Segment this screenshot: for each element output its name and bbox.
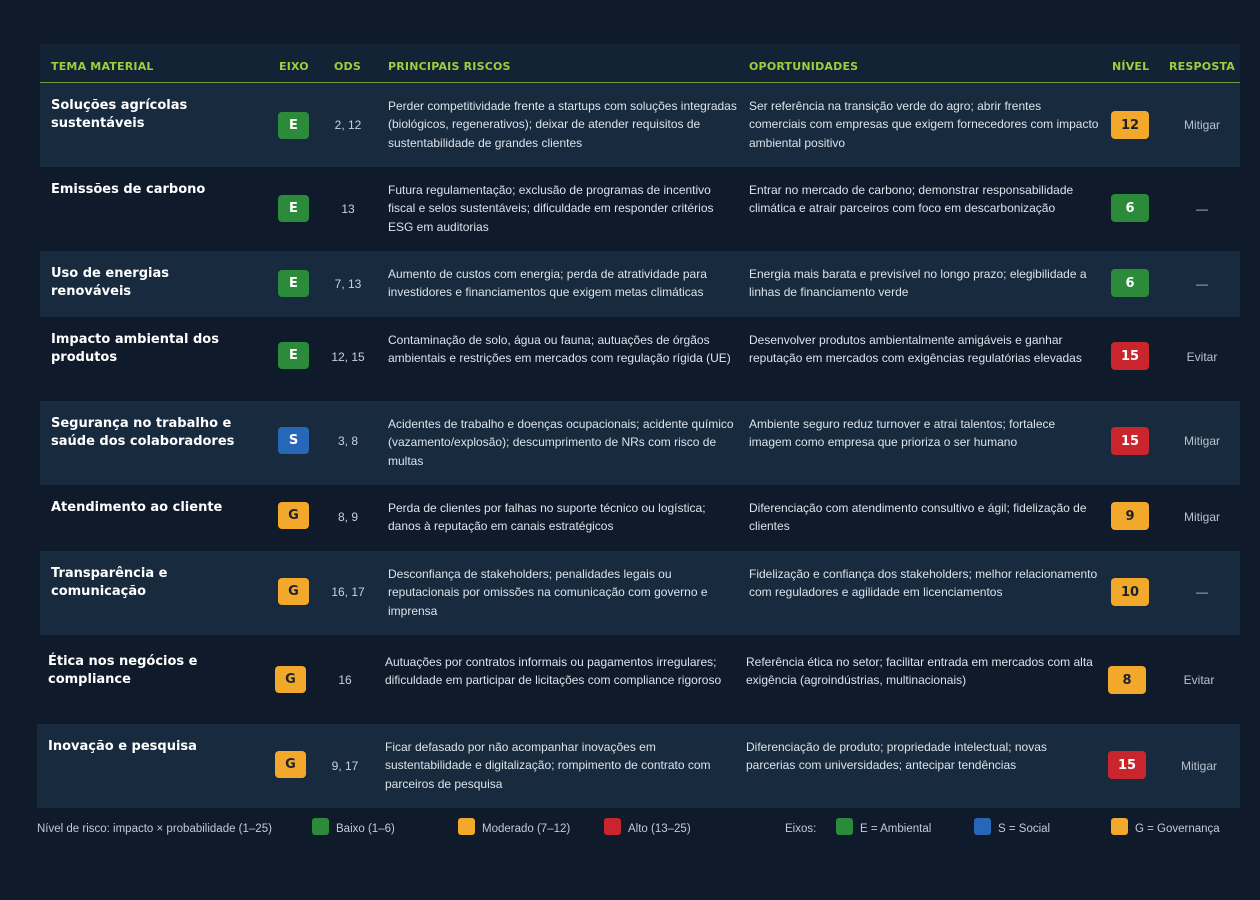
table-row: Atendimento ao cliente G 8, 9 Perda de c…	[40, 485, 1240, 551]
table-row: Uso de energias renováveis E 7, 13 Aumen…	[40, 251, 1240, 317]
legend-social-label: S = Social	[998, 823, 1051, 835]
header-ods: ODS	[334, 60, 362, 73]
table-row: Impacto ambiental dos produtos E 12, 15 …	[40, 317, 1240, 401]
ods-value: 8, 9	[337, 510, 358, 524]
resposta-value: —	[1196, 585, 1208, 599]
resposta-value: —	[1196, 277, 1208, 291]
table-row: Soluções agrícolas sustentáveis E 2, 12 …	[40, 83, 1240, 167]
tema-material: Impacto ambiental dos produtos	[51, 332, 219, 365]
ods-value: 16	[338, 673, 352, 687]
ods-value: 13	[341, 202, 355, 216]
resposta-value: Mitigar	[1183, 510, 1220, 524]
tema-material: Inovação e pesquisa	[48, 739, 197, 754]
legend: Nível de risco: impacto × probabilidade …	[37, 818, 1237, 842]
tema-material: Atendimento ao cliente	[51, 500, 223, 515]
legend-alto-label: Alto (13–25)	[628, 823, 691, 835]
riscos-text: Ficar defasado por não acompanhar inovaç…	[385, 740, 711, 791]
ods-value: 2, 12	[334, 118, 362, 132]
nivel-badge: 12	[1111, 111, 1149, 139]
eixo-badge: G	[278, 502, 309, 529]
tema-material: Ética nos negócios e compliance	[48, 654, 198, 687]
legend-moderado-swatch	[458, 818, 475, 835]
nivel-badge: 9	[1111, 502, 1149, 530]
tema-material: Emissões de carbono	[51, 182, 206, 197]
header-tema: TEMA MATERIAL	[51, 60, 154, 73]
eixo-badge: E	[278, 195, 309, 222]
ods-value: 3, 8	[337, 434, 358, 448]
oportunidades-text: Energia mais barata e previsível no long…	[749, 267, 1087, 300]
eixo-badge: G	[278, 578, 309, 605]
nivel-badge: 6	[1111, 269, 1149, 297]
legend-nivel-title: Nível de risco: impacto × probabilidade …	[37, 823, 272, 835]
resposta-value: Evitar	[1183, 673, 1215, 687]
eixo-badge: E	[278, 342, 309, 369]
header-resposta: RESPOSTA	[1169, 60, 1236, 73]
eixo-badge: G	[275, 751, 306, 778]
tema-material: Segurança no trabalho e saúde dos colabo…	[51, 416, 235, 449]
resposta-value: Mitigar	[1183, 118, 1220, 132]
materiality-table: TEMA MATERIAL EIXO ODS PRINCIPAIS RISCOS…	[37, 44, 1240, 808]
eixo-badge: E	[278, 112, 309, 139]
eixo-badge: G	[275, 666, 306, 693]
ods-value: 9, 17	[331, 759, 359, 773]
oportunidades-text: Entrar no mercado de carbono; demonstrar…	[749, 183, 1074, 216]
oportunidades-text: Fidelização e confiança dos stakeholders…	[749, 567, 1098, 600]
table-row: Inovação e pesquisa G 9, 17 Ficar defasa…	[37, 724, 1240, 808]
oportunidades-text: Diferenciação de produto; propriedade in…	[746, 740, 1047, 773]
legend-moderado-label: Moderado (7–12)	[482, 823, 571, 835]
riscos-text: Contaminação de solo, água ou fauna; aut…	[388, 333, 731, 366]
table-row: Transparência e comunicação G 16, 17 Des…	[40, 551, 1240, 635]
riscos-text: Acidentes de trabalho e doenças ocupacio…	[388, 417, 734, 468]
riscos-text: Aumento de custos com energia; perda de …	[388, 267, 707, 300]
legend-baixo-swatch	[312, 818, 329, 835]
legend-ambiental-label: E = Ambiental	[860, 823, 932, 835]
tema-material: Transparência e comunicação	[51, 566, 168, 599]
eixo-badge: S	[278, 427, 309, 454]
legend-governanca-label: G = Governança	[1135, 823, 1220, 835]
legend-governanca-swatch	[1111, 818, 1128, 835]
oportunidades-text: Ser referência na transição verde do agr…	[749, 99, 1099, 150]
nivel-badge: 15	[1111, 342, 1149, 370]
ods-value: 7, 13	[334, 277, 362, 291]
table-header: TEMA MATERIAL EIXO ODS PRINCIPAIS RISCOS…	[40, 44, 1240, 83]
table-row: Emissões de carbono E 13 Futura regulame…	[40, 167, 1240, 251]
riscos-text: Perda de clientes por falhas no suporte …	[388, 501, 706, 534]
nivel-badge: 10	[1111, 578, 1149, 606]
tema-material: Uso de energias renováveis	[51, 266, 169, 299]
legend-ambiental-swatch	[836, 818, 853, 835]
ods-value: 16, 17	[331, 585, 365, 599]
legend-eixos-title: Eixos:	[785, 823, 817, 835]
riscos-text: Autuações por contratos informais ou pag…	[385, 655, 722, 688]
legend-baixo-label: Baixo (1–6)	[336, 823, 395, 835]
nivel-badge: 8	[1108, 666, 1146, 694]
table-row: Ética nos negócios e compliance G 16 Aut…	[37, 635, 1240, 724]
riscos-text: Desconfiança de stakeholders; penalidade…	[388, 567, 708, 618]
header-nivel: NÍVEL	[1112, 60, 1150, 73]
resposta-value: Mitigar	[1180, 759, 1217, 773]
riscos-text: Perder competitividade frente a startups…	[388, 99, 737, 150]
oportunidades-text: Desenvolver produtos ambientalmente amig…	[749, 333, 1082, 366]
oportunidades-text: Referência ética no setor; facilitar ent…	[746, 655, 1093, 688]
resposta-value: Mitigar	[1183, 434, 1220, 448]
oportunidades-text: Ambiente seguro reduz turnover e atrai t…	[749, 417, 1056, 450]
resposta-value: —	[1196, 202, 1208, 216]
oportunidades-text: Diferenciação com atendimento consultivo…	[749, 501, 1087, 534]
nivel-badge: 15	[1108, 751, 1146, 779]
header-riscos: PRINCIPAIS RISCOS	[388, 60, 511, 73]
legend-social-swatch	[974, 818, 991, 835]
table-row: Segurança no trabalho e saúde dos colabo…	[40, 401, 1240, 485]
header-oportunidades: OPORTUNIDADES	[749, 60, 859, 73]
nivel-badge: 6	[1111, 194, 1149, 222]
ods-value: 12, 15	[331, 350, 365, 364]
header-eixo: EIXO	[279, 60, 309, 73]
riscos-text: Futura regulamentação; exclusão de progr…	[388, 183, 714, 234]
nivel-badge: 15	[1111, 427, 1149, 455]
eixo-badge: E	[278, 270, 309, 297]
tema-material: Soluções agrícolas sustentáveis	[51, 98, 188, 131]
legend-alto-swatch	[604, 818, 621, 835]
resposta-value: Evitar	[1186, 350, 1218, 364]
